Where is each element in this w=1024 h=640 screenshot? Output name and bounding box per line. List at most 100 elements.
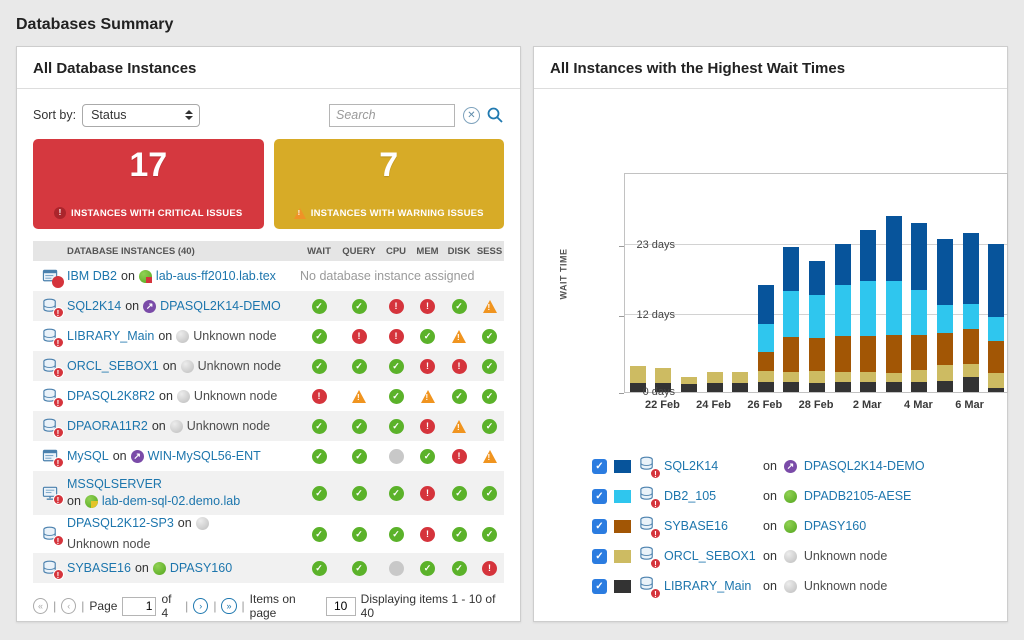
first-page-button[interactable] [33,598,48,614]
status-ok-icon[interactable] [312,419,327,434]
status-critical-icon[interactable] [389,299,404,314]
status-ok-icon[interactable] [482,527,497,542]
legend-checkbox[interactable] [592,549,607,564]
status-ok-icon[interactable] [482,329,497,344]
status-ok-icon[interactable] [482,359,497,374]
status-ok-icon[interactable] [452,486,467,501]
status-warning-icon[interactable] [452,330,466,343]
node-name-link[interactable]: lab-aus-ff2010.lab.tex [156,268,276,285]
legend-checkbox[interactable] [592,489,607,504]
page-number-input[interactable] [122,597,156,616]
status-ok-icon[interactable] [312,449,327,464]
status-ok-icon[interactable] [452,527,467,542]
bar-25-feb[interactable] [732,372,748,392]
instance-name-link[interactable]: SQL2K14 [67,298,121,315]
status-ok-icon[interactable] [312,486,327,501]
warning-instances-card[interactable]: 7 INSTANCES WITH WARNING ISSUES [274,139,505,229]
node-name-link[interactable]: DPASY160 [170,560,232,577]
instance-name-link[interactable]: DPASQL2K8R2 [67,388,155,405]
status-critical-icon[interactable] [452,359,467,374]
bar-7-mar[interactable] [988,244,1004,392]
status-ok-icon[interactable] [389,419,404,434]
legend-node-link[interactable]: DPASQL2K14-DEMO [804,459,925,473]
status-warning-icon[interactable] [452,420,466,433]
instance-name-link[interactable]: IBM DB2 [67,268,117,285]
status-warning-icon[interactable] [483,450,497,463]
status-critical-icon[interactable] [420,486,435,501]
status-critical-icon[interactable] [420,359,435,374]
instance-name-link[interactable]: SYBASE16 [67,560,131,577]
bar-23-feb[interactable] [681,377,697,392]
table-row[interactable]: !DPASQL2K12-SP3onUnknown node [33,515,504,553]
status-na-icon[interactable] [389,449,404,464]
prev-page-button[interactable] [61,598,76,614]
status-ok-icon[interactable] [389,486,404,501]
legend-instance-link[interactable]: LIBRARY_Main [664,579,756,593]
status-critical-icon[interactable] [312,389,327,404]
instance-name-link[interactable]: LIBRARY_Main [67,328,154,345]
status-ok-icon[interactable] [452,299,467,314]
status-critical-icon[interactable] [420,527,435,542]
status-ok-icon[interactable] [420,449,435,464]
table-row[interactable]: IBM DB2onlab-aus-ff2010.lab.texNo databa… [33,261,504,291]
bar-3-mar[interactable] [886,216,902,392]
legend-checkbox[interactable] [592,579,607,594]
bar-4-mar[interactable] [911,223,927,392]
table-row[interactable]: !DPAORA11R2onUnknown node [33,411,504,441]
status-ok-icon[interactable] [482,419,497,434]
status-ok-icon[interactable] [312,561,327,576]
status-ok-icon[interactable] [312,359,327,374]
table-row[interactable]: !SYBASE16onDPASY160 [33,553,504,583]
items-per-page-input[interactable] [326,597,356,616]
bar-28-feb[interactable] [809,261,825,392]
status-warning-icon[interactable] [483,300,497,313]
status-critical-icon[interactable] [420,299,435,314]
legend-checkbox[interactable] [592,459,607,474]
bar-27-feb[interactable] [783,247,799,392]
status-ok-icon[interactable] [389,389,404,404]
table-row[interactable]: !SQL2K14onDPASQL2K14-DEMO [33,291,504,321]
status-critical-icon[interactable] [389,329,404,344]
next-page-button[interactable] [193,598,208,614]
node-name-link[interactable]: lab-dem-sql-02.demo.lab [102,493,240,510]
status-ok-icon[interactable] [420,561,435,576]
search-input[interactable] [329,104,455,127]
status-critical-icon[interactable] [482,561,497,576]
bar-24-feb[interactable] [707,372,723,392]
search-icon[interactable] [486,106,504,124]
instance-name-link[interactable]: DPAORA11R2 [67,418,148,435]
status-critical-icon[interactable] [420,419,435,434]
status-ok-icon[interactable] [452,389,467,404]
status-ok-icon[interactable] [312,527,327,542]
table-row[interactable]: !DPASQL2K8R2onUnknown node [33,381,504,411]
legend-instance-link[interactable]: ORCL_SEBOX1 [664,549,756,563]
status-ok-icon[interactable] [352,359,367,374]
table-row[interactable]: !MSSQLSERVERonlab-dem-sql-02.demo.lab [33,471,504,515]
status-ok-icon[interactable] [482,486,497,501]
status-ok-icon[interactable] [352,561,367,576]
table-row[interactable]: !LIBRARY_MainonUnknown node [33,321,504,351]
status-critical-icon[interactable] [452,449,467,464]
status-ok-icon[interactable] [352,486,367,501]
legend-node-link[interactable]: DPADB2105-AESE [804,489,911,503]
clear-search-icon[interactable]: ✕ [463,107,480,124]
bar-1-mar[interactable] [835,244,851,392]
legend-instance-link[interactable]: SQL2K14 [664,459,756,473]
bar-5-mar[interactable] [937,239,953,392]
legend-checkbox[interactable] [592,519,607,534]
instance-name-link[interactable]: DPASQL2K12-SP3 [67,515,174,532]
status-na-icon[interactable] [389,561,404,576]
status-critical-icon[interactable] [352,329,367,344]
bar-6-mar[interactable] [963,233,979,392]
instance-name-link[interactable]: MSSQLSERVER [67,477,162,491]
status-warning-icon[interactable] [352,390,366,403]
node-name-link[interactable]: DPASQL2K14-DEMO [160,298,281,315]
sort-select[interactable]: Status [82,104,200,127]
legend-instance-link[interactable]: SYBASE16 [664,519,756,533]
table-row[interactable]: !MySQLonWIN-MySQL56-ENT [33,441,504,471]
status-ok-icon[interactable] [389,527,404,542]
bar-26-feb[interactable] [758,285,774,392]
status-ok-icon[interactable] [352,527,367,542]
last-page-button[interactable] [221,598,236,614]
status-ok-icon[interactable] [420,329,435,344]
